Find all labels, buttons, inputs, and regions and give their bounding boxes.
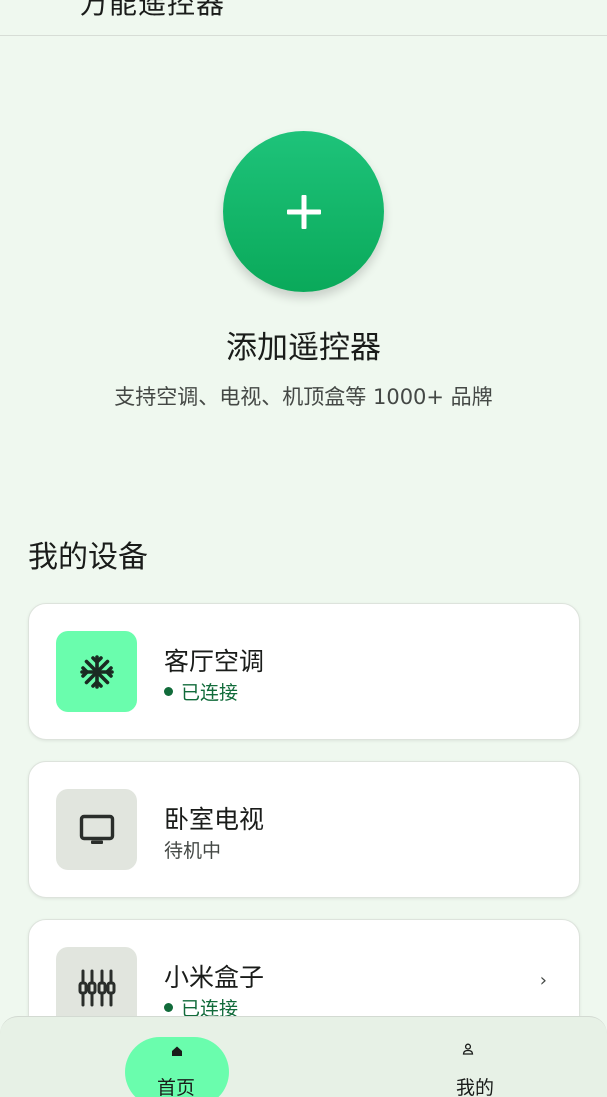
home-icon <box>172 1046 182 1056</box>
person-icon <box>462 1043 474 1055</box>
tv-icon <box>79 814 114 844</box>
nav-mine-label: 我的 <box>456 1077 495 1097</box>
bottom-navigation: 首页 我的 <box>0 1016 607 1097</box>
status-dot <box>164 687 173 696</box>
device-icon-tile <box>56 631 137 712</box>
add-remote-title: 添加遥控器 <box>226 330 381 366</box>
status-dot <box>164 1003 173 1012</box>
device-status: 已连接 <box>164 678 238 705</box>
equalizer-icon <box>78 969 115 1006</box>
nav-home-label: 首页 <box>157 1077 196 1097</box>
app-header: 万能遥控器 <box>0 0 607 36</box>
plus-icon <box>286 194 321 229</box>
device-name: 卧室电视 <box>164 805 265 834</box>
snowflake-icon <box>79 654 114 689</box>
device-status-text: 待机中 <box>164 840 222 862</box>
chevron-right-icon: › <box>539 970 547 991</box>
device-name: 客厅空调 <box>164 647 265 676</box>
nav-mine-tab[interactable]: 我的 <box>438 1037 514 1097</box>
my-devices-title: 我的设备 <box>28 540 148 575</box>
add-remote-button[interactable] <box>223 131 384 292</box>
device-status-text: 已连接 <box>181 682 239 704</box>
device-card-living-ac[interactable]: 客厅空调 已连接 <box>28 603 580 740</box>
device-status: 待机中 <box>164 836 221 863</box>
app-title: 万能遥控器 <box>80 0 226 20</box>
device-name: 小米盒子 <box>164 963 265 992</box>
add-remote-subtitle: 支持空调、电视、机顶盒等 1000+ 品牌 <box>114 385 493 409</box>
device-card-bedroom-tv[interactable]: 卧室电视 待机中 <box>28 761 580 898</box>
device-icon-tile <box>56 789 137 870</box>
nav-home-tab[interactable]: 首页 <box>125 1037 229 1097</box>
